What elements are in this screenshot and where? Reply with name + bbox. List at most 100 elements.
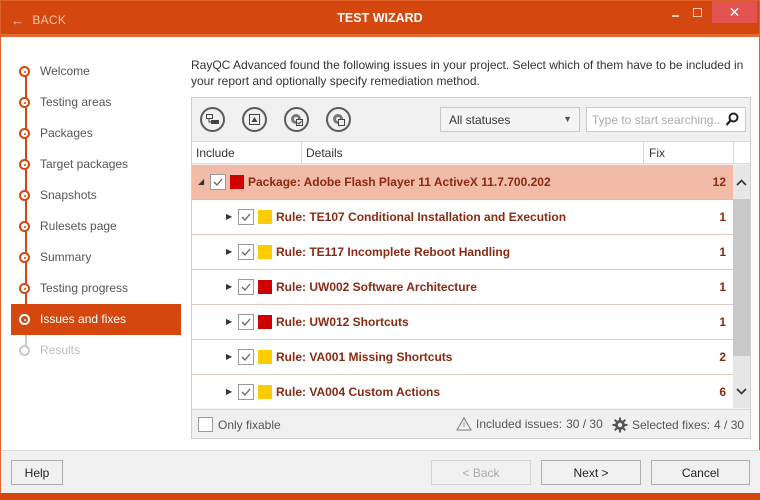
- step-indicator-icon: [19, 97, 30, 108]
- warning-severity-icon: [258, 210, 272, 224]
- include-checkbox[interactable]: [238, 314, 254, 330]
- fix-count: 1: [719, 210, 726, 224]
- include-checkbox[interactable]: [238, 209, 254, 225]
- scroll-up-button[interactable]: [733, 165, 750, 199]
- step-label: Packages: [40, 126, 93, 140]
- column-fix[interactable]: Fix: [649, 146, 665, 160]
- column-separator[interactable]: [643, 142, 644, 164]
- fix-count: 12: [712, 175, 726, 189]
- next-button[interactable]: Next >: [541, 460, 641, 485]
- select-fixes-button[interactable]: [284, 107, 309, 132]
- expand-arrow-icon[interactable]: ▶: [226, 212, 232, 221]
- collapse-tree-icon: [206, 114, 219, 124]
- window-title: TEST WIZARD: [337, 11, 423, 25]
- checkbox-box[interactable]: [198, 417, 213, 432]
- expand-arrow-icon[interactable]: ▶: [226, 247, 232, 256]
- checkmark-icon: [241, 248, 251, 256]
- scroll-down-button[interactable]: [733, 374, 750, 408]
- step-indicator-icon: [19, 252, 30, 263]
- package-row[interactable]: ◢ Package: Adobe Flash Player 11 ActiveX …: [192, 165, 733, 200]
- column-include[interactable]: Include: [196, 146, 235, 160]
- column-separator[interactable]: [301, 142, 302, 164]
- chevron-down-icon: [736, 387, 747, 395]
- rule-row[interactable]: ▶ Rule: UW002 Software Architecture 1: [192, 270, 733, 305]
- rule-row[interactable]: ▶ Rule: UW012 Shortcuts 1: [192, 305, 733, 340]
- step-indicator-icon: [19, 345, 30, 356]
- include-checkbox[interactable]: [238, 244, 254, 260]
- expand-arrow-icon[interactable]: ▶: [226, 317, 232, 326]
- checkmark-icon: [241, 353, 251, 361]
- select-fixes-icon: [291, 114, 303, 126]
- step-label: Welcome: [40, 64, 90, 78]
- cancel-button[interactable]: Cancel: [651, 460, 750, 485]
- selected-fixes-value: 4 / 30: [714, 418, 745, 432]
- step-results[interactable]: Results: [11, 335, 181, 366]
- collapse-arrow-icon[interactable]: ◢: [198, 177, 204, 186]
- only-fixable-checkbox[interactable]: Only fixable: [198, 417, 281, 432]
- status-filter-value: All statuses: [449, 112, 511, 127]
- expand-icon: [249, 114, 260, 125]
- back-button[interactable]: < Back: [431, 460, 531, 485]
- step-testing-areas[interactable]: Testing areas: [11, 87, 181, 118]
- minimize-button[interactable]: [664, 1, 686, 23]
- chevron-down-icon: ▼: [563, 114, 572, 124]
- step-label: Results: [40, 343, 81, 357]
- included-issues-stat: Included issues: 30 / 30: [456, 417, 603, 431]
- error-severity-icon: [230, 175, 244, 189]
- rule-row[interactable]: ▶ Rule: TE117 Incomplete Reboot Handling 1: [192, 235, 733, 270]
- issues-panel: All statuses ▼ Include Details Fix ◢ Pack…: [191, 97, 751, 439]
- checkmark-icon: [241, 388, 251, 396]
- warning-severity-icon: [258, 245, 272, 259]
- error-severity-icon: [258, 315, 272, 329]
- include-checkbox[interactable]: [238, 349, 254, 365]
- step-testing-progress[interactable]: Testing progress: [11, 273, 181, 304]
- wizard-button-bar: Help < Back Next > Cancel: [2, 450, 760, 494]
- collapse-tree-button[interactable]: [200, 107, 225, 132]
- expand-button[interactable]: [242, 107, 267, 132]
- step-label: Testing areas: [40, 95, 112, 109]
- warning-severity-icon: [258, 385, 272, 399]
- rule-row[interactable]: ▶ Rule: VA001 Missing Shortcuts 2: [192, 340, 733, 375]
- vertical-scrollbar[interactable]: [733, 165, 750, 408]
- expand-arrow-icon[interactable]: ▶: [226, 387, 232, 396]
- issues-footer: Only fixable Included issues: 30 / 30 Se…: [192, 409, 750, 438]
- step-label: Target packages: [40, 157, 129, 171]
- gear-icon: [612, 417, 628, 433]
- included-issues-value: 30 / 30: [566, 417, 603, 431]
- maximize-button[interactable]: [686, 1, 708, 23]
- step-summary[interactable]: Summary: [11, 242, 181, 273]
- step-issues-and-fixes[interactable]: Issues and fixes: [11, 304, 181, 335]
- step-snapshots[interactable]: Snapshots: [11, 180, 181, 211]
- scrollbar-thumb[interactable]: [733, 199, 750, 356]
- step-welcome[interactable]: Welcome: [11, 56, 181, 87]
- issues-toolbar: All statuses ▼: [192, 98, 750, 140]
- search-input[interactable]: [587, 108, 721, 131]
- step-rulesets-page[interactable]: Rulesets page: [11, 211, 181, 242]
- column-details[interactable]: Details: [306, 146, 343, 160]
- search-field[interactable]: [586, 107, 746, 132]
- expand-arrow-icon[interactable]: ▶: [226, 282, 232, 291]
- close-button[interactable]: ✕: [712, 1, 757, 23]
- include-checkbox[interactable]: [238, 384, 254, 400]
- title-bar: ← BACK TEST WIZARD ✕: [1, 1, 759, 37]
- help-button[interactable]: Help: [11, 460, 63, 485]
- only-fixable-label: Only fixable: [218, 417, 281, 432]
- deselect-fixes-icon: [333, 114, 345, 126]
- include-checkbox[interactable]: [210, 174, 226, 190]
- include-checkbox[interactable]: [238, 279, 254, 295]
- rule-name: Rule: TE107 Conditional Installation and…: [276, 210, 567, 224]
- expand-arrow-icon[interactable]: ▶: [226, 352, 232, 361]
- step-packages[interactable]: Packages: [11, 118, 181, 149]
- rule-name: Rule: UW002 Software Architecture: [276, 280, 477, 294]
- rule-row[interactable]: ▶ Rule: VA004 Custom Actions 6: [192, 375, 733, 408]
- step-target-packages[interactable]: Target packages: [11, 149, 181, 180]
- grid-header: Include Details Fix: [192, 141, 750, 164]
- status-filter-dropdown[interactable]: All statuses ▼: [440, 107, 580, 132]
- deselect-fixes-button[interactable]: [326, 107, 351, 132]
- search-icon: [725, 112, 739, 126]
- step-indicator-icon: [19, 190, 30, 201]
- step-indicator-icon: [19, 159, 30, 170]
- step-label: Rulesets page: [40, 219, 117, 233]
- rule-row[interactable]: ▶ Rule: TE107 Conditional Installation an…: [192, 200, 733, 235]
- maximize-icon: [692, 7, 702, 17]
